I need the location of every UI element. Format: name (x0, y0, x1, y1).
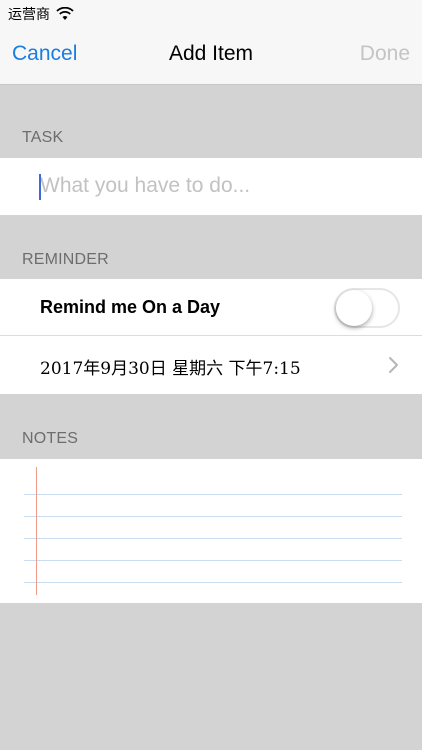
page-title: Add Item (168, 42, 254, 65)
notes-text-area[interactable] (0, 459, 422, 603)
notes-rule-line (24, 494, 402, 495)
notes-rule-line (24, 582, 402, 583)
remind-on-day-row: Remind me On a Day (0, 279, 422, 336)
done-button[interactable]: Done (360, 42, 410, 66)
remind-on-day-toggle[interactable] (334, 288, 400, 328)
task-section-header: TASK (22, 129, 64, 146)
reminder-cell-group: Remind me On a Day 2017年9月30日 星期六 下午7:15 (0, 279, 422, 394)
remind-on-day-label: Remind me On a Day (40, 297, 221, 317)
reminder-date-row[interactable]: 2017年9月30日 星期六 下午7:15 (0, 336, 422, 394)
task-cell (0, 158, 422, 215)
notes-rule-line (24, 560, 402, 561)
chevron-right-icon (389, 357, 398, 373)
notes-rule-line (24, 538, 402, 539)
notes-margin-line (36, 467, 37, 595)
carrier-label: 运营商 (8, 6, 50, 22)
toggle-knob (336, 290, 372, 326)
notes-section-header: NOTES (22, 430, 79, 447)
notes-rule-line (24, 516, 402, 517)
status-bar: 运营商 (0, 0, 422, 28)
navigation-bar: Cancel Add Item Done (0, 28, 422, 85)
reminder-date-text: 2017年9月30日 星期六 下午7:15 (40, 359, 301, 379)
text-caret (39, 174, 41, 200)
reminder-section-header: REMINDER (22, 251, 109, 268)
wifi-icon (56, 7, 74, 20)
task-input[interactable] (40, 170, 400, 202)
